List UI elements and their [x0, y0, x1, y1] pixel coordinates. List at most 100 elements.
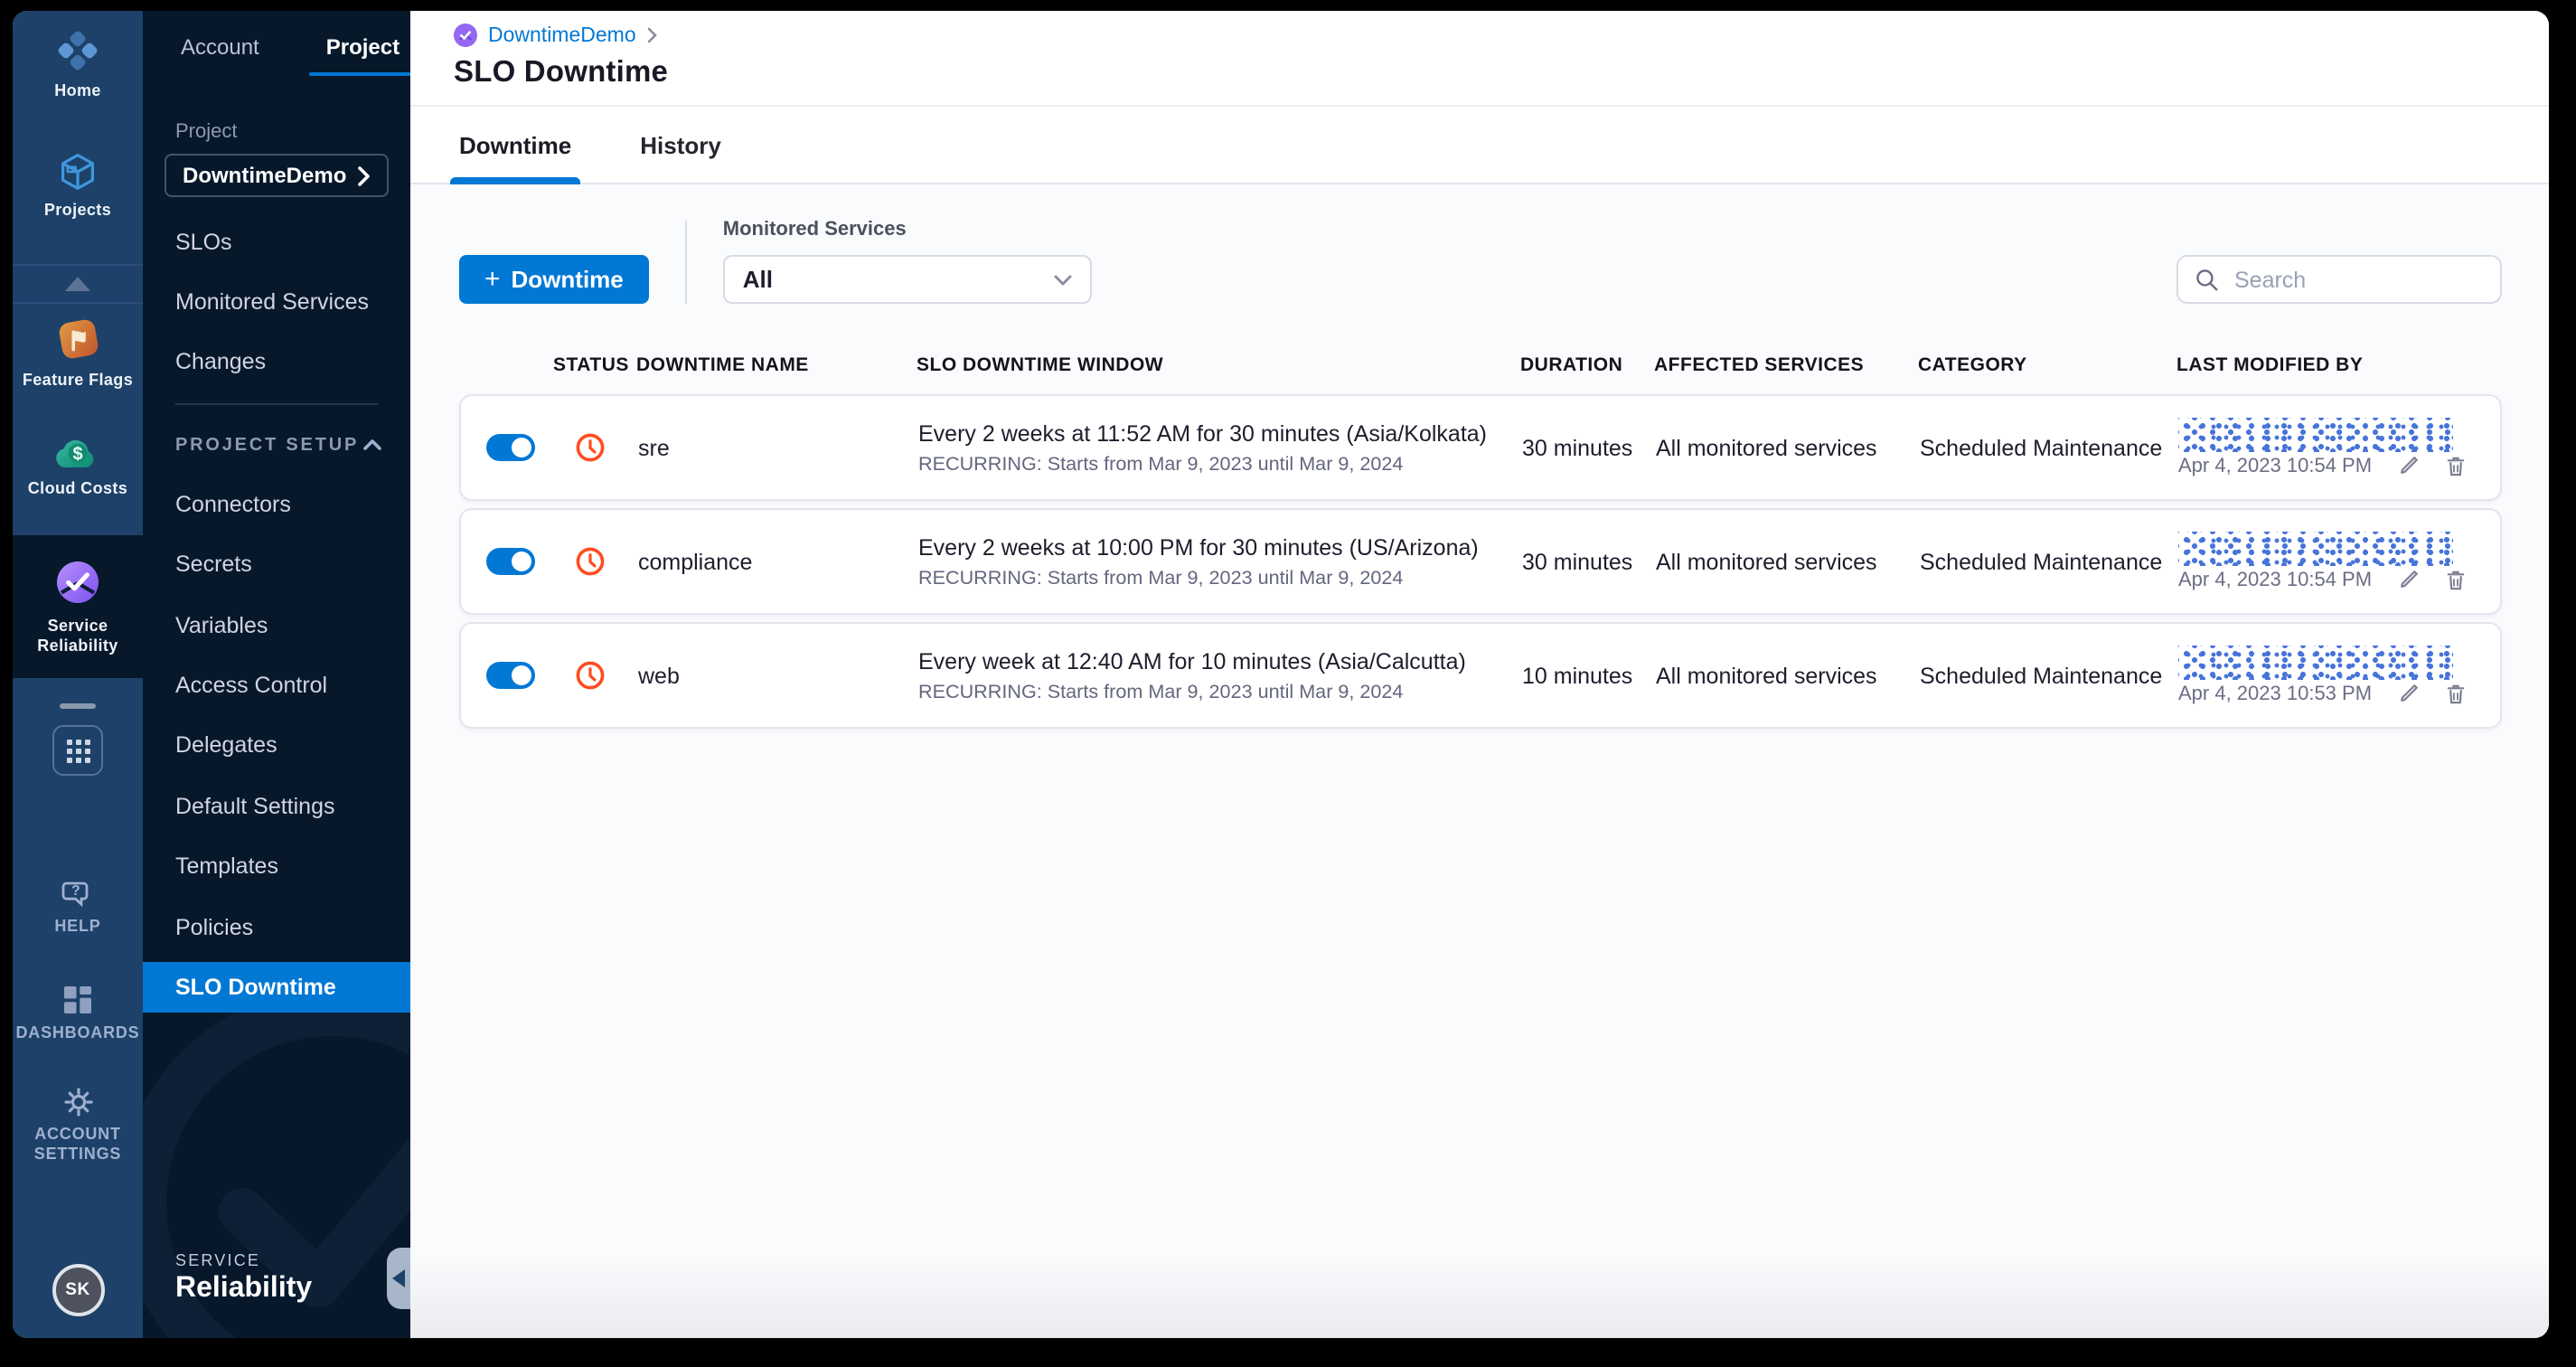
project-name: DowntimeDemo [183, 163, 347, 188]
downtime-name: compliance [638, 549, 753, 574]
help-chat-icon: ? [61, 881, 94, 910]
cube-icon [56, 150, 99, 193]
delete-icon[interactable] [2444, 453, 2468, 478]
project-avatar-icon [454, 24, 477, 47]
sidebar-item-templates[interactable]: Templates [143, 836, 410, 897]
status-toggle[interactable] [486, 434, 535, 461]
status-toggle[interactable] [486, 662, 535, 689]
help-button[interactable]: ? HELP [54, 881, 100, 937]
chevron-right-icon [358, 165, 371, 185]
sidebar-item-access-control[interactable]: Access Control [143, 655, 410, 716]
sidebar-item-secrets[interactable]: Secrets [143, 534, 410, 595]
table-row: web Every week at 12:40 AM for 10 minute… [459, 622, 2502, 729]
recurrence-text: RECURRING: Starts from Mar 9, 2023 until… [918, 681, 1404, 702]
toolbar: + Downtime Monitored Services All [459, 219, 2502, 304]
sidebar-item-slo-downtime[interactable]: SLO Downtime [143, 962, 410, 1013]
project-selector[interactable]: DowntimeDemo [165, 154, 389, 197]
monitored-services-filter: Monitored Services All [722, 219, 1092, 304]
tab-downtime[interactable]: Downtime [449, 107, 581, 184]
cloud-dollar-icon: $ [52, 432, 103, 472]
recurring-clock-icon [575, 546, 638, 577]
last-modified: Apr 4, 2023 10:53 PM [2178, 645, 2475, 706]
edit-icon[interactable] [2397, 682, 2421, 705]
gear-icon [62, 1087, 93, 1117]
breadcrumb-project-link[interactable]: DowntimeDemo [488, 24, 636, 46]
apps-grid-button[interactable] [52, 725, 103, 776]
project-nav-list: SLOs Monitored Services Changes PROJECT … [143, 212, 410, 1013]
column-duration: DURATION [1520, 354, 1623, 376]
recurrence-text: RECURRING: Starts from Mar 9, 2023 until… [918, 567, 1404, 589]
sidebar-item-policies[interactable]: Policies [143, 897, 410, 957]
delete-icon[interactable] [2444, 681, 2468, 706]
toolbar-divider [684, 221, 687, 304]
sidebar-item-feature-flags[interactable]: Feature Flags [23, 315, 133, 391]
duration: 30 minutes [1522, 435, 1633, 460]
search-input[interactable] [2231, 265, 2484, 294]
chevron-up-icon [363, 439, 381, 451]
delete-icon[interactable] [2444, 567, 2468, 592]
project-sidebar: Account Project Project DowntimeDemo SLO… [143, 11, 410, 1338]
sidebar-item-slos[interactable]: SLOs [143, 212, 410, 272]
search-icon [2195, 268, 2218, 291]
svg-text:$: $ [72, 444, 82, 464]
sidebar-item-home[interactable]: Home [54, 27, 101, 101]
chevron-down-icon [1054, 274, 1072, 285]
page-header: DowntimeDemo SLO Downtime [410, 11, 2549, 107]
project-setup-header[interactable]: PROJECT SETUP [143, 416, 410, 474]
project-field-label: Project [175, 121, 238, 143]
last-modified: Apr 4, 2023 10:54 PM [2178, 531, 2475, 592]
breadcrumb: DowntimeDemo [454, 24, 2549, 47]
module-label: Cloud Costs [27, 479, 128, 497]
monitored-services-select[interactable]: All [722, 255, 1092, 304]
chevron-right-icon [647, 27, 658, 43]
module-label: Feature Flags [22, 371, 134, 389]
main-area: DowntimeDemo SLO Downtime Downtime Histo… [410, 11, 2549, 1338]
rail-label: HELP [54, 917, 101, 935]
select-value: All [742, 266, 774, 293]
dashboards-icon [61, 984, 94, 1016]
user-avatar[interactable]: SK [52, 1264, 104, 1316]
sidebar-collapse-handle[interactable] [387, 1248, 410, 1309]
recurring-clock-icon [575, 660, 638, 691]
module-label: Home [54, 81, 101, 99]
sidebar-item-projects[interactable]: Projects [44, 150, 111, 221]
account-settings-button[interactable]: ACCOUNT SETTINGS [22, 1087, 134, 1164]
sidebar-item-service-reliability[interactable]: Service Reliability [13, 535, 143, 678]
duration: 30 minutes [1522, 549, 1633, 574]
modified-date: Apr 4, 2023 10:54 PM [2178, 455, 2373, 476]
edit-icon[interactable] [2397, 568, 2421, 591]
edit-icon[interactable] [2397, 454, 2421, 477]
tab-account[interactable]: Account [181, 34, 259, 76]
affected-services: All monitored services [1656, 549, 1877, 574]
service-reliability-icon [51, 555, 105, 609]
dashboards-button[interactable]: DASHBOARDS [15, 984, 139, 1043]
sidebar-item-changes[interactable]: Changes [143, 333, 410, 393]
tab-history[interactable]: History [640, 107, 721, 183]
sidebar-item-delegates[interactable]: Delegates [143, 715, 410, 776]
status-toggle[interactable] [486, 548, 535, 575]
tab-project[interactable]: Project [309, 34, 410, 76]
scroll-up-button[interactable] [13, 264, 143, 304]
sidebar-item-default-settings[interactable]: Default Settings [143, 776, 410, 836]
sidebar-item-monitored-services[interactable]: Monitored Services [143, 272, 410, 333]
recurring-clock-icon [575, 432, 638, 463]
column-downtime-name: DOWNTIME NAME [636, 354, 809, 376]
table-row: compliance Every 2 weeks at 10:00 PM for… [459, 508, 2502, 615]
category: Scheduled Maintenance [1920, 435, 2163, 460]
sidebar-item-connectors[interactable]: Connectors [143, 474, 410, 534]
sidebar-item-cloud-costs[interactable]: $ Cloud Costs [28, 432, 127, 499]
triangle-left-icon [392, 1269, 405, 1287]
affected-services: All monitored services [1656, 663, 1877, 688]
redacted-user-name [2178, 531, 2453, 565]
footer-reliability-label: Reliability [175, 1273, 313, 1304]
app-window: Home Projects Feature Flags $ Cloud Cost… [13, 11, 2549, 1338]
screen: Home Projects Feature Flags $ Cloud Cost… [0, 0, 2576, 1367]
sidebar-item-variables[interactable]: Variables [143, 595, 410, 655]
new-downtime-button[interactable]: + Downtime [459, 255, 649, 304]
downtime-name: sre [638, 435, 670, 460]
table-row: sre Every 2 weeks at 11:52 AM for 30 min… [459, 394, 2502, 501]
category: Scheduled Maintenance [1920, 549, 2163, 574]
content-area: + Downtime Monitored Services All Search… [410, 184, 2549, 1338]
triangle-up-icon [65, 277, 90, 291]
column-last-modified: LAST MODIFIED BY [2176, 354, 2364, 376]
